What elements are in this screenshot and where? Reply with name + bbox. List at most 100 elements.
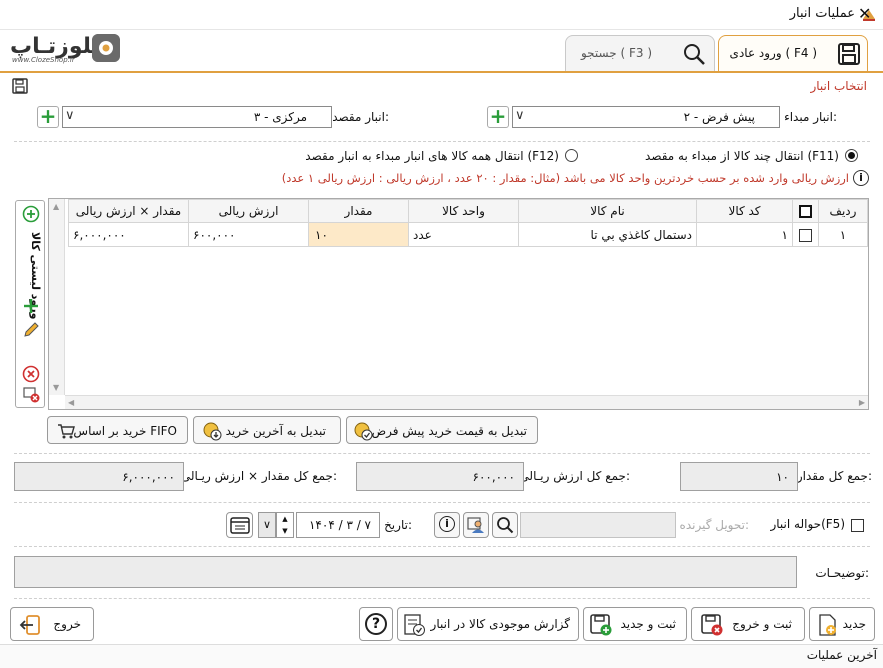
calendar-button[interactable] (226, 512, 253, 538)
person-card-icon (467, 517, 484, 533)
cell-unit[interactable]: عدد (408, 222, 519, 247)
havale-label: حواله انبار(F5) (770, 517, 845, 531)
add-source-warehouse-button[interactable]: + (487, 106, 509, 128)
logo: کلوزتـاپ www.ClozeShop.ir (10, 34, 122, 66)
chevron-down-icon: ∨ (65, 108, 75, 123)
date-value: ۱۴۰۴ / ۳ / ۷ (308, 518, 371, 532)
divider (14, 598, 870, 599)
cell-name[interactable]: دستمال کاغذي بي تا (518, 222, 697, 247)
col-name-header[interactable]: نام کالا (518, 199, 697, 223)
scroll-down-icon[interactable]: ▼ (53, 383, 59, 392)
total-qty-value: ۱۰ (776, 470, 789, 484)
spin-down-icon[interactable]: ▼ (282, 527, 287, 535)
cell-total[interactable]: ۶,۰۰۰,۰۰۰ (68, 222, 189, 247)
cell-price[interactable]: ۶۰۰,۰۰۰ (188, 222, 309, 247)
tab-normal-label: ورود عادی ( F4 ) (729, 46, 817, 60)
tab-normal-entry[interactable]: ورود عادی ( F4 ) (718, 35, 868, 71)
save-exit-button[interactable]: ثبت و خروج (691, 607, 805, 641)
search-receiver-button[interactable] (492, 512, 518, 538)
cart-icon (58, 424, 75, 439)
source-warehouse-value: پیش فرض - ۲ (683, 110, 755, 124)
col-qty-header[interactable]: مقدار (308, 199, 409, 223)
total-value-field: ۶۰۰,۰۰۰ (356, 462, 524, 491)
radio-all-transfer[interactable] (565, 149, 578, 162)
cell-qty[interactable]: ۱۰ (308, 222, 409, 247)
save-icon[interactable] (12, 78, 28, 94)
scroll-right-icon[interactable]: ▶ (859, 398, 865, 407)
window-title: عملیات انبار (789, 6, 855, 21)
date-spinner[interactable]: ▲ ▼ (276, 512, 294, 538)
divider (14, 141, 870, 142)
vertical-scrollbar[interactable]: ▲ ▼ (49, 199, 65, 395)
col-code-header[interactable]: کد کالا (696, 199, 793, 223)
info-button[interactable]: i (434, 512, 460, 538)
receiver-input[interactable] (520, 512, 676, 538)
tab-search-label: جستجو ( F3 ) (580, 46, 652, 60)
items-grid: ردیف کد کالا نام کالا واحد کالا مقدار ار… (48, 198, 869, 410)
col-row-header[interactable]: ردیف (818, 199, 868, 223)
help-icon: ? (365, 613, 387, 635)
chevron-down-icon: ∨ (515, 108, 525, 123)
add-dest-warehouse-button[interactable]: + (37, 106, 59, 128)
horizontal-scrollbar[interactable]: ◀ ▶ (65, 395, 868, 409)
save-new-label: ثبت و جدید (620, 617, 676, 631)
person-card-button[interactable] (463, 512, 489, 538)
convert-default-price-button[interactable]: تبدیل به قیمت خرید پیش فرض (346, 416, 538, 444)
status-text: آخرین عملیات (806, 648, 877, 662)
convert-default-price-label: تبدیل به قیمت خرید پیش فرض (371, 424, 527, 438)
add-circle-icon[interactable] (22, 205, 40, 223)
spin-up-icon[interactable]: ▲ (282, 515, 287, 523)
total-qty-label: جمع کل مقدار: (796, 469, 872, 483)
section-title: انتخاب انبار (810, 79, 867, 93)
col-unit-header[interactable]: واحد کالا (408, 199, 519, 223)
exit-button[interactable]: خروج (10, 607, 94, 641)
source-warehouse-select[interactable]: پیش فرض - ۲ ∨ (512, 106, 780, 128)
fifo-purchase-button[interactable]: خرید بر اساس FIFO (47, 416, 188, 444)
notes-input[interactable] (14, 556, 797, 588)
grand-total-field: ۶,۰۰۰,۰۰۰ (14, 462, 184, 491)
logo-sub: www.ClozeShop.ir (12, 56, 75, 64)
date-input[interactable]: ۱۴۰۴ / ۳ / ۷ (296, 512, 380, 538)
date-dropdown-button[interactable]: ∨ (258, 512, 276, 538)
divider (14, 453, 870, 454)
new-document-icon (819, 614, 836, 636)
add-icon[interactable] (22, 297, 40, 315)
logo-badge-icon (92, 34, 120, 62)
new-button[interactable]: جدید (809, 607, 875, 641)
notes-label: توضیحـات: (815, 566, 869, 580)
clear-list-icon[interactable] (22, 385, 40, 403)
exit-label: خروج (53, 617, 81, 631)
delete-circle-icon[interactable] (22, 365, 40, 383)
tab-underline (0, 71, 883, 73)
col-select-header[interactable] (792, 199, 819, 223)
havale-checkbox[interactable] (851, 519, 864, 532)
col-total-header[interactable]: مقدار × ارزش ریالی (68, 199, 189, 223)
edit-pencil-icon[interactable] (22, 321, 40, 339)
stock-report-label: گزارش موجودی کالا در انبار (430, 617, 570, 631)
help-button[interactable]: ? (359, 607, 393, 641)
scroll-up-icon[interactable]: ▲ (53, 202, 59, 211)
cell-select[interactable] (792, 222, 819, 247)
new-label: جدید (842, 617, 866, 631)
save-exit-icon (701, 614, 723, 636)
report-check-icon (404, 614, 425, 636)
close-icon[interactable]: ✕ (858, 4, 871, 23)
source-warehouse-label: انبار مبداء: (784, 110, 837, 124)
plus-icon: + (39, 104, 57, 128)
save-new-icon (590, 614, 612, 636)
table-row[interactable]: ۱ ۱ دستمال کاغذي بي تا عدد ۱۰ ۶۰۰,۰۰۰ ۶,… (68, 222, 868, 247)
tab-search[interactable]: جستجو ( F3 ) (565, 35, 715, 71)
radio-all-label: انتقال همه کالا های انبار مبداء به انبار… (305, 149, 559, 163)
date-label: تاریخ: (384, 518, 412, 532)
row-checkbox[interactable] (799, 228, 812, 242)
grand-total-value: ۶,۰۰۰,۰۰۰ (122, 470, 175, 484)
stock-report-button[interactable]: گزارش موجودی کالا در انبار (397, 607, 579, 641)
scroll-left-icon[interactable]: ◀ (68, 398, 74, 407)
cell-code[interactable]: ۱ (696, 222, 793, 247)
col-price-header[interactable]: ارزش ریالی (188, 199, 309, 223)
dest-warehouse-select[interactable]: مرکزی - ۳ ∨ (62, 106, 332, 128)
select-all-checkbox[interactable] (799, 205, 812, 218)
radio-multi-transfer[interactable] (845, 149, 858, 162)
convert-last-purchase-button[interactable]: تبدیل به آخرین خرید (193, 416, 341, 444)
save-new-button[interactable]: ثبت و جدید (583, 607, 687, 641)
